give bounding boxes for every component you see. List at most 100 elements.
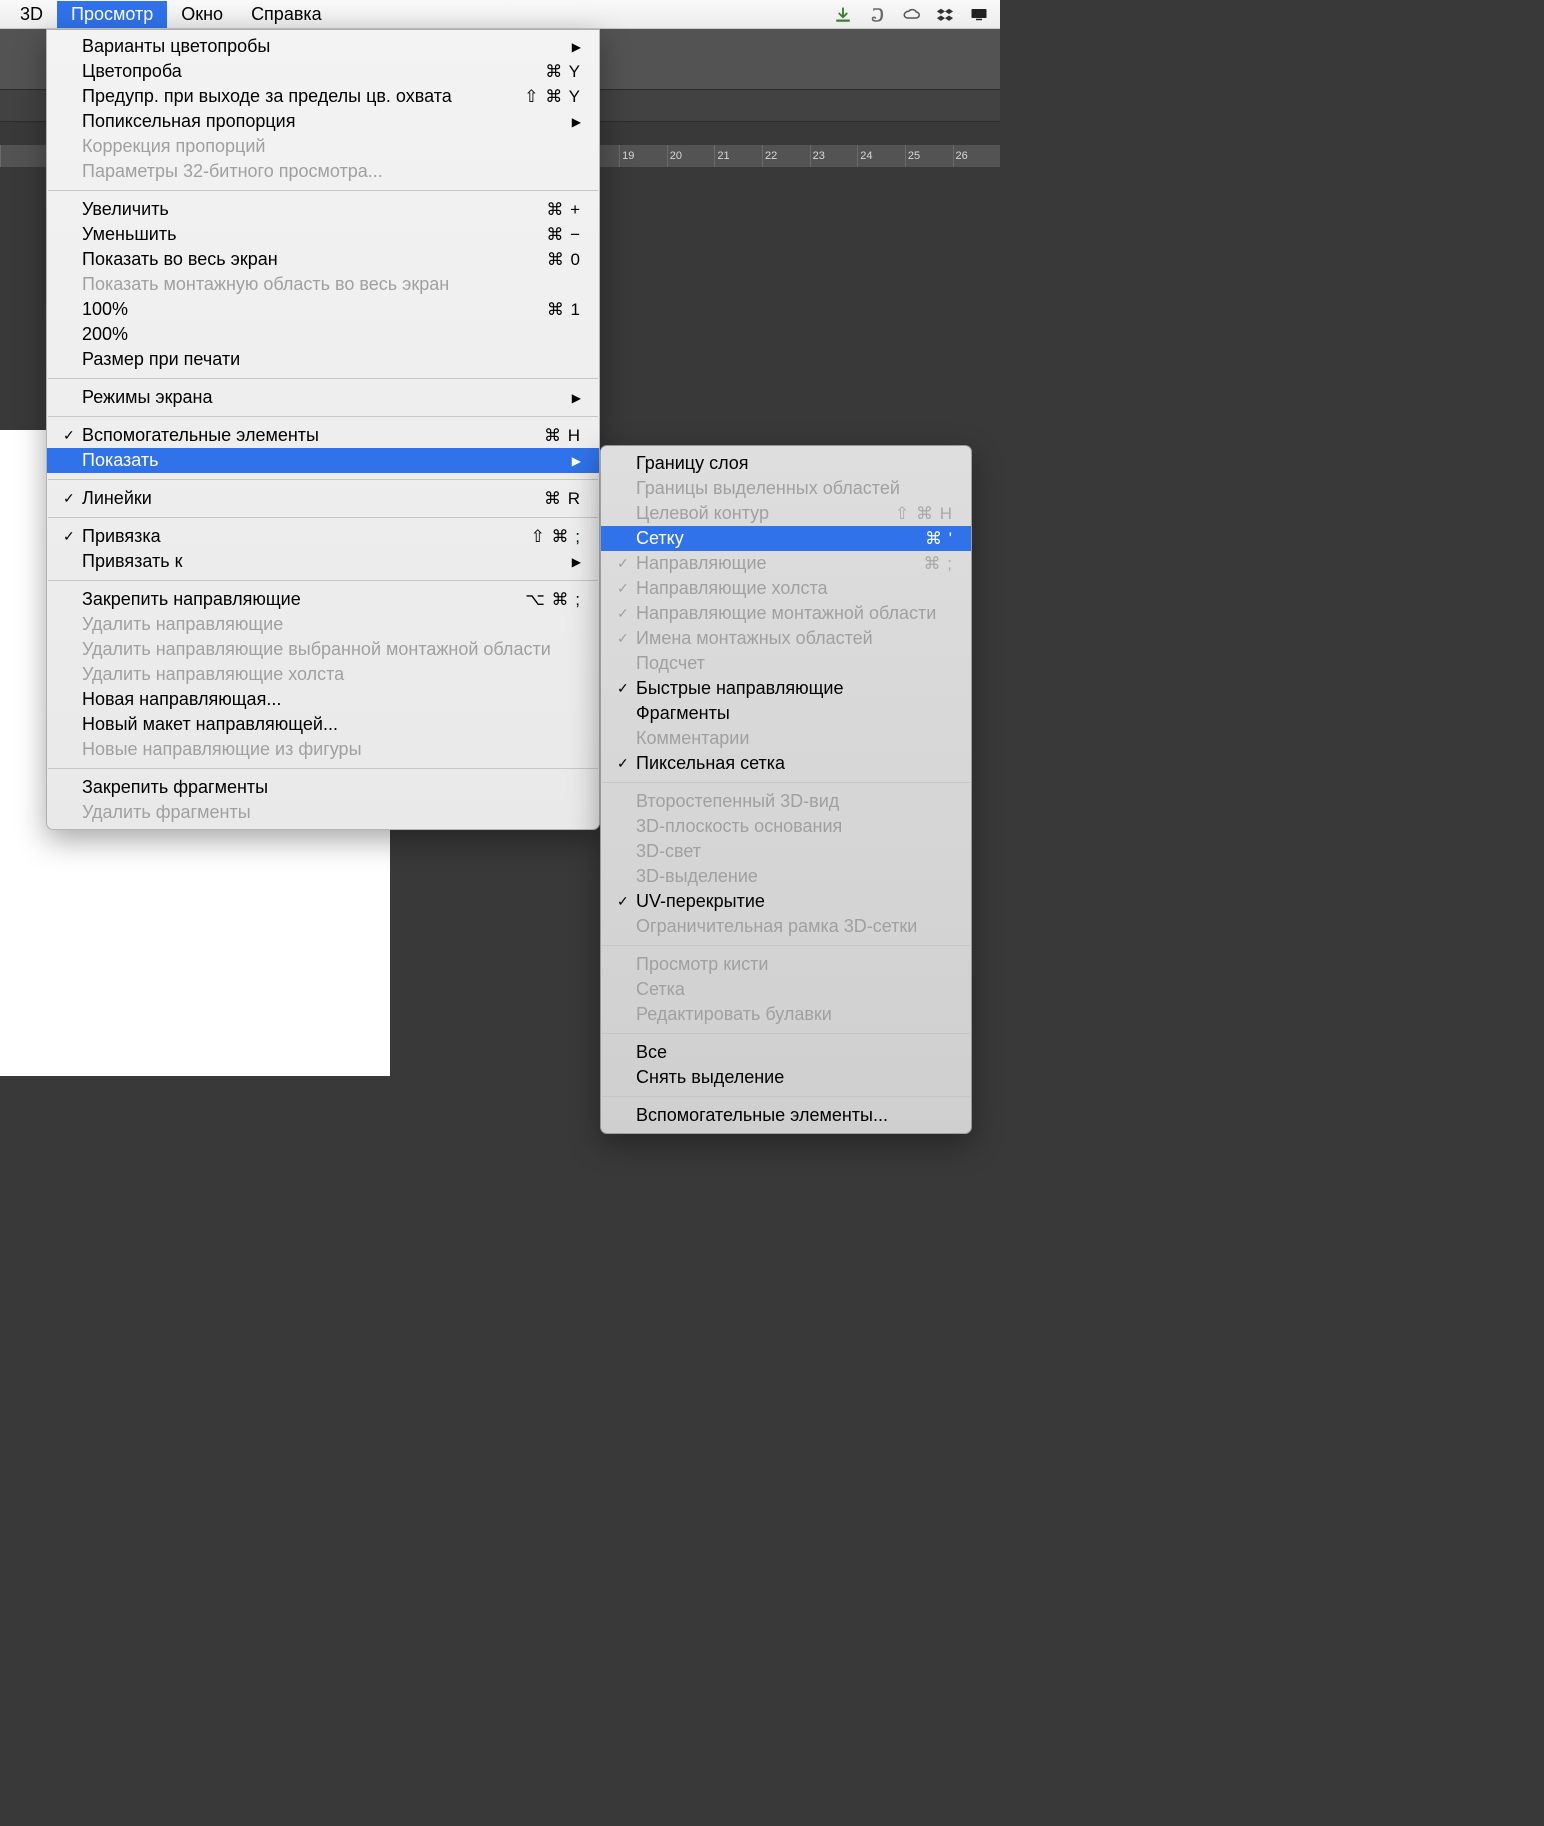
menu-item: Границы выделенных областей bbox=[601, 476, 971, 501]
menu-item[interactable]: ✓Линейки⌘ R bbox=[47, 486, 599, 511]
menu-separator bbox=[48, 479, 598, 480]
menu-item[interactable]: ✓Вспомогательные элементы⌘ H bbox=[47, 423, 599, 448]
menu-item-shortcut: ⌘ H bbox=[528, 426, 581, 446]
menu-item-label: Имена монтажных областей bbox=[636, 628, 953, 649]
menu-item: Показать монтажную область во весь экран bbox=[47, 272, 599, 297]
menu-separator bbox=[48, 416, 598, 417]
menu-item-label: Ограничительная рамка 3D-сетки bbox=[636, 916, 953, 937]
menu-item-shortcut: ⌘ + bbox=[530, 200, 581, 220]
menu-item: ✓Направляющие монтажной области bbox=[601, 601, 971, 626]
menu-item[interactable]: Попиксельная пропорция▶ bbox=[47, 109, 599, 134]
menu-item: Второстепенный 3D-вид bbox=[601, 789, 971, 814]
menu-item-label: Показать во весь экран bbox=[82, 249, 531, 270]
menu-item-label: Направляющие холста bbox=[636, 578, 953, 599]
menu-item-shortcut: ⌘ − bbox=[530, 225, 581, 245]
menu-item-label: 3D-плоскость основания bbox=[636, 816, 953, 837]
menu-item[interactable]: Увеличить⌘ + bbox=[47, 197, 599, 222]
menu-item[interactable]: Фрагменты bbox=[601, 701, 971, 726]
menu-item-label: Новый макет направляющей... bbox=[82, 714, 581, 735]
menu-item-label: Цветопроба bbox=[82, 61, 529, 82]
menu-item-label: Все bbox=[636, 1042, 953, 1063]
menu-item: 3D-плоскость основания bbox=[601, 814, 971, 839]
menu-item[interactable]: ✓Быстрые направляющие bbox=[601, 676, 971, 701]
menu-item: Подсчет bbox=[601, 651, 971, 676]
evernote-icon[interactable] bbox=[868, 4, 886, 25]
menu-item[interactable]: Новый макет направляющей... bbox=[47, 712, 599, 737]
menu-item-label: Предупр. при выходе за пределы цв. охват… bbox=[82, 86, 508, 107]
menu-item[interactable]: Новая направляющая... bbox=[47, 687, 599, 712]
monitor-icon[interactable] bbox=[970, 4, 988, 25]
submenu-arrow-icon: ▶ bbox=[572, 40, 581, 54]
system-tray bbox=[834, 4, 994, 25]
menu-item[interactable]: Вспомогательные элементы... bbox=[601, 1103, 971, 1128]
menu-item-label: Попиксельная пропорция bbox=[82, 111, 560, 132]
menu-item: Редактировать булавки bbox=[601, 1002, 971, 1027]
menu-item[interactable]: 100%⌘ 1 bbox=[47, 297, 599, 322]
menu-item[interactable]: Предупр. при выходе за пределы цв. охват… bbox=[47, 84, 599, 109]
menu-item-label: Новая направляющая... bbox=[82, 689, 581, 710]
menu-item[interactable]: Уменьшить⌘ − bbox=[47, 222, 599, 247]
menu-item-label: Закрепить направляющие bbox=[82, 589, 509, 610]
menu-item: Комментарии bbox=[601, 726, 971, 751]
menu-item[interactable]: ✓Пиксельная сетка bbox=[601, 751, 971, 776]
checkmark-icon: ✓ bbox=[617, 755, 636, 772]
menu-separator bbox=[48, 190, 598, 191]
menu-item-label: Просмотр кисти bbox=[636, 954, 953, 975]
menu-separator bbox=[602, 945, 970, 946]
menu-item-label: Границы выделенных областей bbox=[636, 478, 953, 499]
menu-item-shortcut: ⌘ R bbox=[528, 489, 581, 509]
menu-item-label: Снять выделение bbox=[636, 1067, 953, 1088]
menu-item-shortcut: ⇧ ⌘ Y bbox=[508, 87, 581, 107]
menu-item[interactable]: Цветопроба⌘ Y bbox=[47, 59, 599, 84]
menu-item[interactable]: Показать▶ bbox=[47, 448, 599, 473]
menu-item[interactable]: Границу слоя bbox=[601, 451, 971, 476]
menu-separator bbox=[48, 580, 598, 581]
checkmark-icon: ✓ bbox=[617, 555, 636, 572]
checkmark-icon: ✓ bbox=[617, 630, 636, 647]
menu-item: Удалить фрагменты bbox=[47, 800, 599, 825]
menu-item-label: Второстепенный 3D-вид bbox=[636, 791, 953, 812]
menu-item: ✓Направляющие⌘ ; bbox=[601, 551, 971, 576]
menu-item[interactable]: Закрепить фрагменты bbox=[47, 775, 599, 800]
menubar-item-view[interactable]: Просмотр bbox=[57, 1, 167, 28]
menu-item[interactable]: 200% bbox=[47, 322, 599, 347]
menu-item-label: Закрепить фрагменты bbox=[82, 777, 581, 798]
download-icon[interactable] bbox=[834, 4, 852, 25]
menu-item-label: Комментарии bbox=[636, 728, 953, 749]
menu-separator bbox=[48, 378, 598, 379]
checkmark-icon: ✓ bbox=[63, 427, 82, 444]
checkmark-icon: ✓ bbox=[617, 580, 636, 597]
menu-item-label: Удалить фрагменты bbox=[82, 802, 581, 823]
menu-item[interactable]: Показать во весь экран⌘ 0 bbox=[47, 247, 599, 272]
menu-item[interactable]: Размер при печати bbox=[47, 347, 599, 372]
menu-item-label: Направляющие bbox=[636, 553, 908, 574]
dropbox-icon[interactable] bbox=[936, 4, 954, 25]
menu-item-label: Привязать к bbox=[82, 551, 560, 572]
menubar-item-3d[interactable]: 3D bbox=[6, 1, 57, 28]
menubar-item-help[interactable]: Справка bbox=[237, 1, 336, 28]
menu-item[interactable]: ✓UV-перекрытие bbox=[601, 889, 971, 914]
menu-item-label: Размер при печати bbox=[82, 349, 581, 370]
menu-item: Ограничительная рамка 3D-сетки bbox=[601, 914, 971, 939]
creative-cloud-icon[interactable] bbox=[902, 4, 920, 25]
menu-item-label: Удалить направляющие выбранной монтажной… bbox=[82, 639, 581, 660]
menu-item[interactable]: ✓Привязка⇧ ⌘ ; bbox=[47, 524, 599, 549]
menu-item[interactable]: Закрепить направляющие⌥ ⌘ ; bbox=[47, 587, 599, 612]
menu-item-label: Границу слоя bbox=[636, 453, 953, 474]
menu-item-shortcut: ⇧ ⌘ H bbox=[879, 504, 953, 524]
menubar-item-window[interactable]: Окно bbox=[167, 1, 237, 28]
menu-separator bbox=[48, 517, 598, 518]
menu-item-shortcut: ⇧ ⌘ ; bbox=[515, 527, 581, 547]
menu-item[interactable]: Режимы экрана▶ bbox=[47, 385, 599, 410]
menu-item[interactable]: Сетку⌘ ' bbox=[601, 526, 971, 551]
checkmark-icon: ✓ bbox=[617, 893, 636, 910]
menu-item[interactable]: Все bbox=[601, 1040, 971, 1065]
menu-item-label: Быстрые направляющие bbox=[636, 678, 953, 699]
menu-item[interactable]: Снять выделение bbox=[601, 1065, 971, 1090]
menu-item[interactable]: Привязать к▶ bbox=[47, 549, 599, 574]
menu-item-shortcut: ⌘ ' bbox=[909, 529, 953, 549]
menu-separator bbox=[602, 782, 970, 783]
menu-item: ✓Направляющие холста bbox=[601, 576, 971, 601]
menu-item[interactable]: Варианты цветопробы ▶ bbox=[47, 34, 599, 59]
menu-item-label: Варианты цветопробы bbox=[82, 36, 560, 57]
